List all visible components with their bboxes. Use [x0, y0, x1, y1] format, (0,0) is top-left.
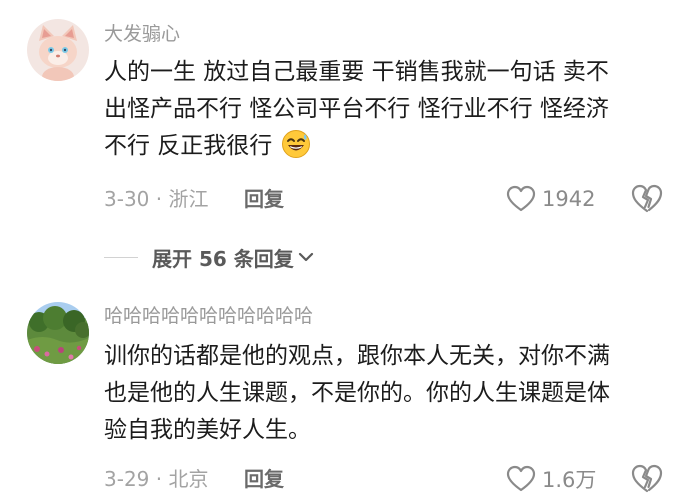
like-button[interactable]: 1.6万 [506, 463, 596, 495]
comment-text-line: 训你的话都是他的观点，跟你本人无关，对你不满 [104, 343, 610, 369]
reply-button[interactable]: 回复 [244, 186, 284, 212]
broken-heart-icon[interactable] [630, 183, 664, 215]
comment-text-fragment: 不行 反正我很行 [104, 133, 273, 159]
comment-text-line: 人的一生 放过自己最重要 干销售我就一句话 卖不 [104, 59, 609, 85]
comment-meta: 3-29 · 北京 回复 [104, 466, 284, 492]
comment-text-line: 出怪产品不行 怪公司平台不行 怪行业不行 怪经济 [104, 96, 609, 122]
comment-meta: 3-30 · 浙江 回复 [104, 186, 284, 212]
expand-replies-button[interactable]: 展开 56 条回复 [152, 243, 294, 272]
heart-outline-icon [506, 465, 536, 492]
comment-section: 大发骟心 人的一生 放过自己最重要 干销售我就一句话 卖不 出怪产品不行 怪公司… [0, 0, 690, 501]
comment-text: 训你的话都是他的观点，跟你本人无关，对你不满 也是他的人生课题，不是你的。你的人… [104, 338, 674, 449]
expand-replies-row: 展开 56 条回复 [104, 243, 316, 271]
username[interactable]: 大发骟心 [104, 22, 180, 46]
heart-outline-icon [506, 185, 536, 212]
divider-line [104, 256, 138, 258]
like-button[interactable]: 1942 [506, 183, 595, 215]
comment-item: 哈哈哈哈哈哈哈哈哈哈哈 训你的话都是他的观点，跟你本人无关，对你不满 也是他的人… [0, 290, 690, 501]
username[interactable]: 哈哈哈哈哈哈哈哈哈哈哈 [104, 304, 313, 328]
fox-toy-avatar-image [27, 19, 89, 81]
landscape-avatar-image [27, 302, 89, 364]
comment-text: 人的一生 放过自己最重要 干销售我就一句话 卖不 出怪产品不行 怪公司平台不行 … [104, 54, 674, 165]
date-location: 3-30 · 浙江 [104, 187, 209, 211]
avatar[interactable] [27, 302, 89, 364]
comment-text-line: 验自我的美好人生。 [104, 417, 311, 443]
comment-item: 大发骟心 人的一生 放过自己最重要 干销售我就一句话 卖不 出怪产品不行 怪公司… [0, 0, 690, 230]
broken-heart-icon[interactable] [630, 463, 664, 495]
avatar[interactable] [27, 19, 89, 81]
like-count: 1942 [542, 187, 596, 211]
comment-text-line: 不行 反正我很行 [104, 128, 674, 165]
chevron-down-icon[interactable] [296, 247, 316, 267]
comment-text-line: 也是他的人生课题，不是你的。你的人生课题是体 [104, 380, 610, 406]
date-location: 3-29 · 北京 [104, 467, 209, 491]
reply-button[interactable]: 回复 [244, 466, 284, 492]
like-count: 1.6万 [542, 468, 597, 492]
grinning-sweat-emoji [281, 130, 310, 158]
